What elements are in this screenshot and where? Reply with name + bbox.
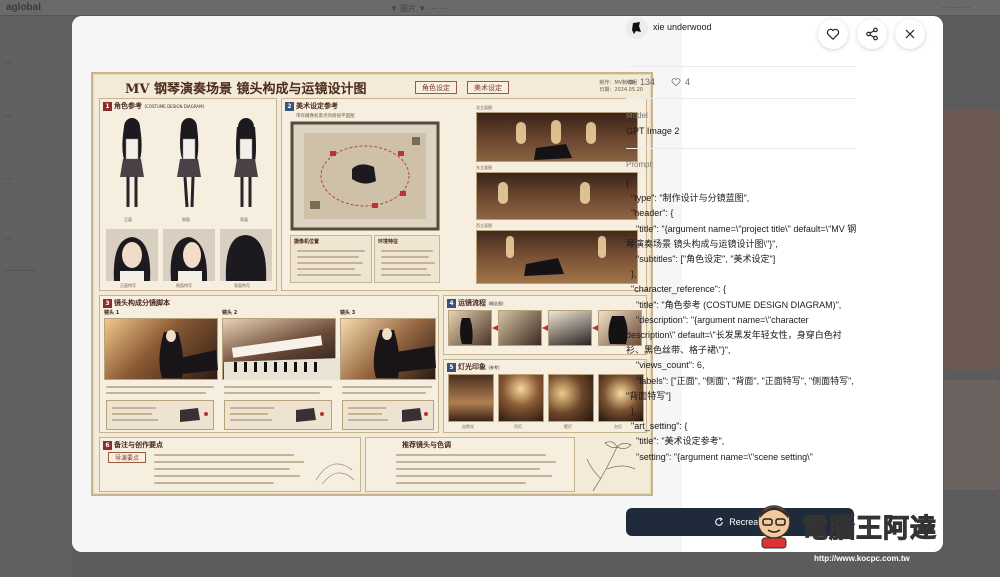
section-camera-flow: 4 运镜流程 (概念图) [443,295,647,355]
background-side-item: ⋯ [4,174,12,183]
close-icon [905,29,915,39]
background-side-item: ⋯ [4,234,12,243]
divider [626,66,856,67]
refresh-icon [715,517,724,526]
section-art-setting: 2 美术设定参考 带有摄像机景点的俯视平面图 摄像机位置 环境特征 北立面图 东… [281,98,647,291]
watermark-text: 電腦王阿達 [801,514,938,545]
board-tag: 美术设定 [467,81,509,94]
floor-plan [290,121,440,231]
model-label: Model [626,111,648,120]
section-lighting: 5 灯光印象 (参考) 自然光 吊灯 壁灯 台灯 [443,359,647,433]
background-card-right [944,110,1000,370]
background-topbar: aglobal ▼ 圖片 ▼ ⋯ ⋯ ⋯ ⋯ ⋯ [0,0,1000,16]
background-side-item: ⋯ [4,112,12,121]
eye-icon [626,79,636,85]
section-lens-color: 推荐镜头与色调 [365,437,575,492]
environment-features-box: 环境特征 [374,235,440,283]
background-logo: aglobal [6,2,42,13]
share-icon [866,27,878,41]
heart-icon [671,78,681,87]
stats-row: 134 4 [626,77,690,87]
background-side-item: ⋯ [4,58,12,67]
section-notes: 6 备注与创作要点 导演要点 [99,437,361,492]
section-character-reference: 1角色参考 (COSTUME DESIGN DIAGRAM) 正面 侧面 背面 [99,98,277,291]
character-full-body-views [120,118,258,208]
view-count: 134 [640,77,656,87]
author-avatar[interactable] [626,17,648,39]
heart-icon [826,28,840,40]
watermark-logo-icon [757,505,791,549]
watermark-url: http://www.kocpc.com.tw [814,554,910,563]
board-tag: 角色设定 [415,81,457,94]
prompt-label: Prompt [626,160,652,169]
model-value: GPT Image 2 [626,126,680,136]
camera-positions-box: 摄像机位置 [290,235,372,283]
background-nav: ▼ 圖片 ▼ ⋯ ⋯ [390,4,447,13]
background-sidebar: ⋯ ⋯ ⋯ ⋯ ⋯⋯⋯⋯ [0,16,72,577]
section-shot-breakdown: 3 镜头构成分镜脚本 镜头 1 镜头 2 镜头 3 [99,295,439,433]
close-button[interactable] [895,19,925,49]
background-card-right [944,380,1000,490]
background-topbar-right: ⋯ ⋯ ⋯ [941,3,970,12]
divider [626,98,856,99]
background-side-item: ⋯⋯⋯⋯ [4,266,36,275]
author-name[interactable]: xie underwood [653,22,712,32]
watermark: 電腦王阿達 http://www.kocpc.com.tw [744,496,992,576]
share-button[interactable] [857,19,887,49]
board-title: MV 钢琴演奏场景 镜头构成与运镜设计图 [125,82,367,97]
character-closeup-views [106,229,272,281]
divider [626,148,856,149]
storyboard-image[interactable]: MV 钢琴演奏场景 镜头构成与运镜设计图 角色设定 美术设定 制作：MV制作组 … [91,72,653,496]
prompt-text[interactable]: { "type": "制作设计与分镜蓝图", "header": { "titl… [626,176,858,496]
image-preview-area: MV 钢琴演奏场景 镜头构成与运镜设计图 角色设定 美术设定 制作：MV制作组 … [72,16,682,552]
like-count: 4 [685,77,691,87]
like-button[interactable] [818,19,848,49]
